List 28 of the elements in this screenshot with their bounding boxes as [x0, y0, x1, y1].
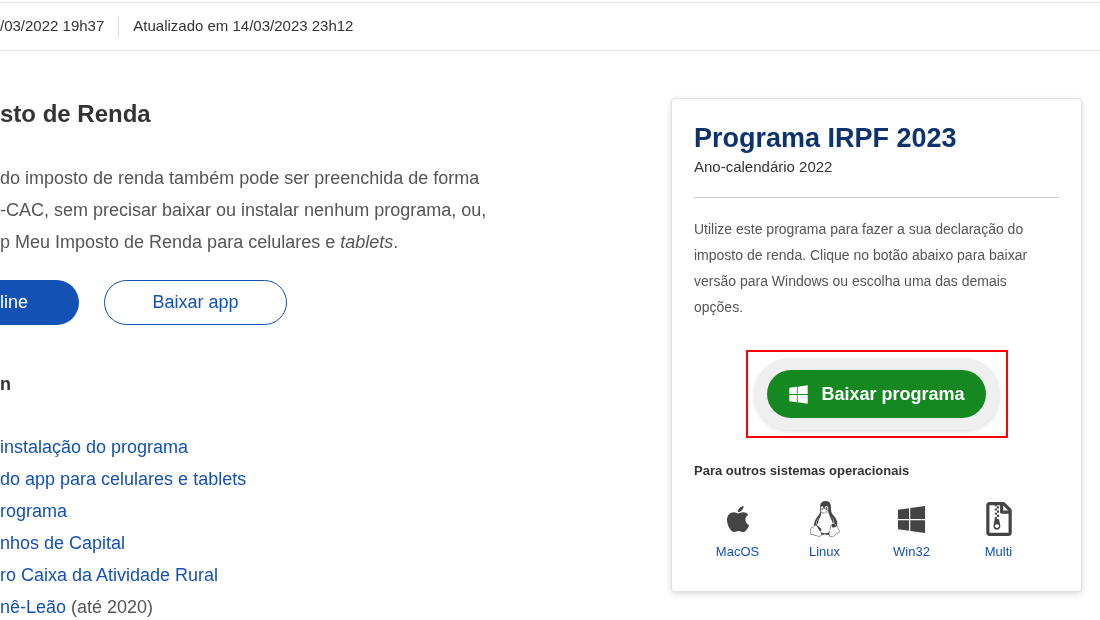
window-panes-icon: [788, 383, 810, 405]
intro-paragraph: do imposto de renda também pode ser preenchida de forma -CAC, sem precisar baixar ou instalar nenhum programa, ou, p Meu Imposto de Renda para celulares e tablets.: [0, 167, 487, 254]
window-panes-icon: [896, 503, 927, 535]
outline-button[interactable]: Baixar app: [104, 280, 287, 325]
updated-date: Atualizado em 14/03/2023 23h12: [133, 16, 354, 37]
published-date: /03/2022 19h37: [0, 16, 105, 37]
other-os-heading: Para outros sistemas operacionais: [694, 462, 911, 480]
zipper-file-icon: [985, 502, 1012, 536]
resource-link[interactable]: rograma: [0, 499, 68, 523]
resource-link[interactable]: ro Caixa da Atividade Rural: [0, 563, 219, 587]
article-title: sto de Renda: [0, 99, 151, 129]
penguin-icon: [808, 501, 841, 537]
os-download-link[interactable]: Multi: [955, 501, 1042, 561]
section-heading: n: [0, 373, 11, 396]
resource-link[interactable]: nê-Leão: [0, 595, 67, 619]
os-download-link[interactable]: MacOS: [694, 501, 781, 561]
link-note: (até 2020): [71, 596, 154, 619]
resource-link[interactable]: do app para celulares e tablets: [0, 467, 247, 491]
apple-icon: [724, 504, 751, 534]
os-download-link[interactable]: Linux: [781, 501, 868, 561]
card-title: Programa IRPF 2023: [694, 122, 958, 154]
primary-button[interactable]: line: [0, 280, 79, 325]
card-subtitle: Ano-calendário 2022: [694, 157, 834, 177]
download-button[interactable]: Baixar programa: [767, 370, 986, 418]
card-description: Utilize este programa para fazer a sua declaração do imposto de renda. Clique no botão abaixo para baixar versão para Windows ou escolha uma das demais opções.: [694, 220, 1029, 317]
resource-link[interactable]: nhos de Capital: [0, 531, 126, 555]
os-download-link[interactable]: Win32: [868, 501, 955, 561]
resource-link[interactable]: instalação do programa: [0, 435, 189, 459]
